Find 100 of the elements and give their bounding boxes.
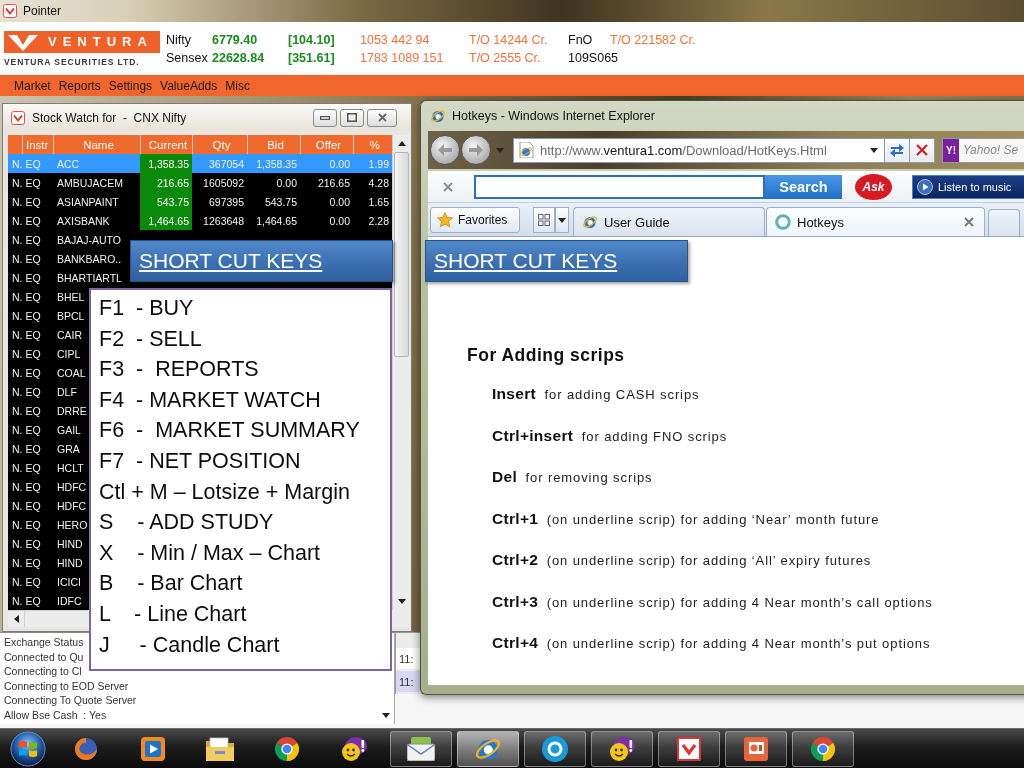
instrument-type: N. EQ bbox=[12, 404, 41, 417]
stock-name: CAIR bbox=[57, 328, 83, 341]
taskbar-button[interactable] bbox=[658, 730, 720, 767]
shortcut-line: F7 - NET POSITION bbox=[99, 447, 301, 475]
stop-icon bbox=[916, 144, 928, 156]
up-arrow-icon bbox=[397, 141, 406, 146]
stock-name: HDFC bbox=[57, 480, 87, 493]
window-title: Hotkeys - Windows Internet Explorer bbox=[452, 109, 655, 123]
stock-name: HCLT bbox=[57, 461, 84, 474]
close-icon bbox=[443, 181, 453, 192]
smiley-icon bbox=[609, 736, 635, 761]
shortcut-description: Ctrl+insert for adding FNO scrips bbox=[492, 425, 728, 446]
taskbar-button[interactable] bbox=[390, 730, 452, 767]
favorites-button[interactable]: Favorites bbox=[430, 207, 520, 233]
maximize-button[interactable] bbox=[340, 108, 364, 127]
menu-item[interactable]: Market bbox=[14, 78, 51, 93]
star-icon bbox=[437, 212, 453, 228]
taskbar-button[interactable] bbox=[725, 730, 787, 767]
instrument-type: N. EQ bbox=[12, 214, 41, 227]
horizontal-scrollbar[interactable] bbox=[8, 610, 88, 627]
time-entry: 11: bbox=[396, 648, 420, 669]
back-button[interactable] bbox=[430, 135, 460, 165]
window-title: Stock Watch for - CNX Nifty bbox=[32, 110, 187, 125]
title-banner: SHORT CUT KEYS bbox=[130, 240, 393, 282]
presentation-icon bbox=[744, 736, 768, 761]
current-price-cell: 1,358.35 bbox=[140, 154, 192, 173]
taskbar-button[interactable] bbox=[524, 730, 586, 767]
stock-name: GRA bbox=[57, 442, 80, 455]
offer-price: 216.65 bbox=[317, 176, 350, 189]
flag-orb-icon bbox=[10, 730, 46, 767]
bid-price: 543.75 bbox=[264, 195, 297, 208]
log-line: Connected to Qu bbox=[4, 649, 84, 665]
taskbar-button[interactable] bbox=[457, 730, 519, 767]
browser-tab[interactable]: Hotkeys bbox=[766, 207, 985, 236]
minimize-icon bbox=[320, 115, 330, 120]
browser-tab[interactable]: User Guide bbox=[573, 207, 765, 236]
stop-button[interactable] bbox=[910, 137, 935, 163]
turnover-text: T/O 2555 Cr. bbox=[469, 50, 541, 65]
address-field[interactable]: http://www.ventura1.com/Download/HotKeys.Html bbox=[513, 137, 885, 163]
forward-button[interactable] bbox=[461, 135, 491, 165]
instrument-type: N. EQ bbox=[12, 575, 41, 588]
menu-item[interactable]: ValueAdds bbox=[160, 78, 218, 93]
instrument-type: N. EQ bbox=[12, 423, 41, 436]
instrument-type: N. EQ bbox=[12, 176, 41, 189]
close-icon bbox=[377, 113, 387, 122]
time-entry: 11: bbox=[396, 671, 420, 692]
logo-wordmark: VENTURA bbox=[48, 34, 153, 49]
taskbar-button[interactable] bbox=[792, 730, 854, 767]
search-button[interactable]: Search bbox=[765, 174, 842, 199]
taskbar-button[interactable] bbox=[591, 730, 653, 767]
caret-icon bbox=[870, 147, 878, 153]
stock-name: BHARTIARTL bbox=[57, 271, 122, 284]
shortcut-line: L - Line Chart bbox=[99, 600, 247, 628]
shortcut-description: Ctrl+2 (on underline scrip) for adding ‘All’ expiry futures bbox=[492, 550, 872, 570]
refresh-icon bbox=[889, 143, 905, 157]
stock-name: IDFC bbox=[57, 594, 82, 607]
log-line: Connecting to EOD Server bbox=[4, 678, 129, 694]
menu-item[interactable]: Settings bbox=[108, 78, 153, 93]
toolbar-close-button[interactable] bbox=[443, 181, 453, 192]
instrument-type: N. EQ bbox=[12, 271, 41, 284]
instrument-type: N. EQ bbox=[12, 480, 41, 493]
log-line: Connecting to Cl bbox=[4, 664, 82, 679]
web-search-field[interactable]: Yahoo! Se bbox=[959, 137, 1024, 163]
instrument-type: N. EQ bbox=[12, 233, 41, 246]
close-icon bbox=[964, 217, 974, 227]
instrument-type: N. EQ bbox=[12, 556, 41, 569]
instrument-type: N. EQ bbox=[12, 290, 41, 303]
stock-name: ASIANPAINT bbox=[57, 195, 119, 208]
quick-tabs-button[interactable] bbox=[533, 207, 555, 233]
quantity-value: 1263648 bbox=[203, 214, 244, 227]
vertical-scrollbar[interactable] bbox=[392, 135, 410, 610]
page-heading: For Adding scrips bbox=[467, 344, 625, 366]
index-change: [351.61] bbox=[288, 50, 335, 65]
percent-change: 1.65 bbox=[368, 195, 389, 208]
instrument-type: N. EQ bbox=[12, 157, 41, 170]
offer-price: 0.00 bbox=[329, 157, 350, 170]
app-icon bbox=[11, 110, 25, 125]
shortcut-line: F6 - MARKET SUMMARY bbox=[99, 417, 360, 445]
chevron-tile-icon bbox=[677, 736, 701, 761]
toolbar-search-field[interactable] bbox=[474, 174, 765, 199]
menu-item[interactable]: Misc bbox=[225, 78, 250, 93]
menu-item[interactable]: Reports bbox=[58, 78, 101, 93]
segment-turnover: T/O 221582 Cr. bbox=[610, 32, 696, 47]
bid-price: 1,464.65 bbox=[256, 214, 297, 227]
listen-button[interactable]: Listen to music bbox=[912, 174, 1024, 199]
stock-row[interactable]: N. EQ ACC 1,358.35 367054 1,358.35 0.00 1.99 bbox=[8, 154, 392, 173]
stock-name: AMBUJACEM bbox=[57, 176, 123, 189]
current-price-cell: 543.75 bbox=[140, 192, 192, 211]
play-tile-icon bbox=[141, 736, 165, 761]
color-wheel-icon bbox=[811, 736, 835, 761]
instrument-type: N. EQ bbox=[12, 347, 41, 360]
instrument-type: N. EQ bbox=[12, 499, 41, 512]
percent-change: 1.99 bbox=[368, 157, 389, 170]
refresh-button[interactable] bbox=[885, 137, 910, 163]
close-button[interactable] bbox=[367, 108, 397, 127]
tab-list-button[interactable] bbox=[555, 207, 569, 233]
minimize-button[interactable] bbox=[313, 108, 337, 127]
instrument-type: N. EQ bbox=[12, 366, 41, 379]
index-change: [104.10] bbox=[288, 32, 335, 47]
instrument-type: N. EQ bbox=[12, 442, 41, 455]
